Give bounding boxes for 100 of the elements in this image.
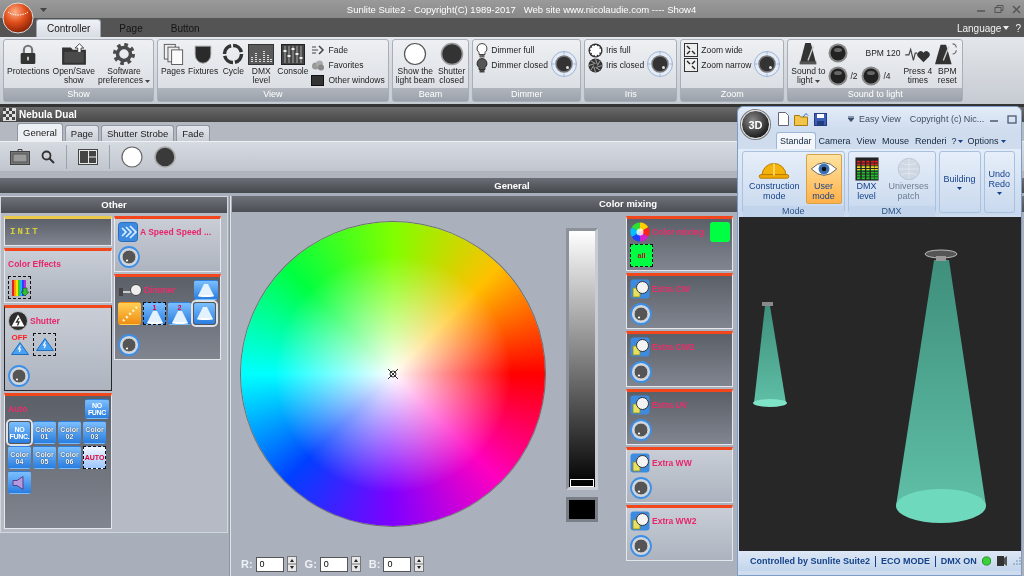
rotary-knob[interactable] (630, 535, 652, 557)
light-pool (753, 399, 787, 407)
spotlight-icon (118, 282, 142, 298)
card-title: Color mixing (652, 227, 704, 237)
light-beam-icon (198, 283, 214, 297)
spinner-icon[interactable] (414, 556, 425, 572)
ribbon-button[interactable]: Zoom wide (684, 43, 752, 57)
rotary-knob[interactable] (647, 51, 674, 77)
number-field[interactable]: 0 (319, 556, 348, 572)
caret-icon (1000, 139, 1006, 143)
rotary-knob[interactable] (118, 246, 140, 268)
app-orb-icon[interactable] (2, 2, 34, 34)
card-title: Extra WW2 (652, 516, 697, 526)
orb-button[interactable]: 3D (741, 110, 770, 139)
chevrons-icon (118, 222, 138, 242)
caret-icon[interactable] (848, 116, 854, 122)
close-icon[interactable] (1012, 4, 1021, 14)
disc-icon[interactable] (154, 145, 176, 168)
status-text: DMX ON (940, 556, 977, 566)
ribbon-button[interactable]: Software preferences (98, 42, 150, 86)
panel-tab[interactable]: Fade (176, 125, 210, 141)
ribbon-button[interactable]: Protections (7, 42, 50, 77)
rotary-knob[interactable] (551, 51, 577, 77)
ribbon-button[interactable]: User mode (805, 154, 842, 204)
ribbon-button[interactable]: Show the light beam (395, 42, 435, 86)
preset-button[interactable] (193, 302, 216, 325)
rotary-knob[interactable] (118, 334, 140, 356)
rotary-knob[interactable] (630, 477, 652, 499)
ribbon-button[interactable]: Fixtures (188, 42, 219, 77)
group-label: Beam (392, 88, 469, 101)
slider-thumb[interactable] (570, 479, 594, 487)
ribbon-tab[interactable]: Mouse (878, 132, 912, 149)
restore-icon[interactable] (994, 4, 1004, 14)
card-title: Dimmer (144, 285, 176, 295)
dropdown-button[interactable]: Undo Redo (984, 152, 1015, 212)
resize-grip-icon (1013, 557, 1021, 565)
dropdown-button[interactable]: Building (939, 152, 980, 212)
ribbon-tab[interactable]: Renderi (911, 132, 950, 149)
folder-icon[interactable] (794, 112, 809, 126)
ribbon-button[interactable]: BPM reset (935, 42, 960, 86)
faders-icon (280, 42, 305, 66)
caret-icon[interactable] (40, 8, 47, 12)
ribbon-button[interactable]: Open/Save show (52, 42, 96, 86)
panel-tab[interactable]: Page (64, 125, 99, 141)
maximize-icon[interactable] (1007, 114, 1018, 124)
ribbon-button[interactable]: Cycle (221, 42, 246, 77)
panel-tab[interactable]: General (17, 123, 63, 141)
ribbon-button[interactable]: Favorites (311, 58, 385, 72)
ribbon-tab[interactable]: Camera (815, 132, 854, 149)
preset-button[interactable] (8, 276, 31, 299)
ribbon-button[interactable]: Iris closed (588, 58, 645, 72)
options-menu[interactable]: Options (965, 132, 1008, 149)
ribbon-tab[interactable]: Controller (36, 19, 102, 37)
ribbon-tab[interactable]: Standar (776, 132, 816, 149)
ribbon-button[interactable]: Dimmer closed (476, 58, 548, 72)
ribbon-button[interactable]: Iris full (588, 43, 645, 57)
ribbon-button[interactable]: Console (277, 42, 309, 77)
ribbon-button[interactable]: Zoom narrow (684, 58, 752, 72)
lamp-icon (630, 453, 650, 473)
ribbon-button[interactable]: Other windows (311, 73, 385, 87)
round-button[interactable]: /4 (861, 66, 901, 86)
card-title: A Speed Speed ... (140, 227, 211, 237)
ribbon-button[interactable]: Fade (311, 43, 385, 57)
new-document-icon[interactable] (778, 112, 789, 126)
panel-tab[interactable]: Shutter Strobe (101, 125, 175, 141)
ribbon-button[interactable]: Pages (160, 42, 186, 77)
status-text: Controlled by Sunlite Suite2 (750, 556, 870, 566)
ribbon-button[interactable]: DMX level (248, 42, 275, 86)
number-field[interactable]: 0 (383, 556, 412, 572)
number-field[interactable]: 0 (255, 556, 284, 572)
save-icon[interactable] (814, 112, 827, 126)
ribbon-button[interactable]: Sound to light (791, 42, 826, 86)
window-title: Sunlite Suite2 - Copyright(C) 1989-2017 Web site www.nicolaudie.com ---- Show4 (346, 3, 697, 15)
channel-label: B: (368, 558, 381, 570)
ribbon-button[interactable]: Shutter closed (437, 42, 466, 86)
color-swatch-button[interactable] (710, 222, 730, 242)
rotary-knob[interactable] (630, 419, 652, 441)
rotary-knob[interactable] (754, 51, 781, 77)
caret-icon (958, 139, 964, 143)
disc-icon[interactable] (121, 145, 143, 168)
lamp-icon (630, 279, 650, 299)
help-button[interactable]: ? (949, 132, 966, 149)
layout-icon[interactable] (78, 148, 98, 165)
brightness-slider[interactable] (566, 228, 598, 490)
spinner-icon[interactable] (350, 556, 361, 572)
preset-button[interactable] (33, 333, 56, 356)
screen-icon[interactable] (10, 148, 30, 165)
rotary-knob[interactable] (630, 303, 652, 325)
ribbon-button[interactable]: Dimmer full (476, 43, 548, 57)
caret-icon (1003, 26, 1010, 30)
search-icon[interactable] (41, 149, 55, 164)
help-button[interactable]: ? (1009, 19, 1024, 37)
language-menu[interactable]: Language (956, 19, 1010, 37)
round-button[interactable]: /2 (828, 66, 858, 86)
rotary-knob[interactable] (630, 361, 652, 383)
bulb-icon (476, 42, 489, 58)
rotary-knob[interactable] (8, 365, 30, 387)
ribbon-button[interactable]: Press 4 times (903, 42, 933, 86)
ribbon-tab[interactable]: View (853, 132, 879, 149)
spinner-icon[interactable] (286, 556, 297, 572)
